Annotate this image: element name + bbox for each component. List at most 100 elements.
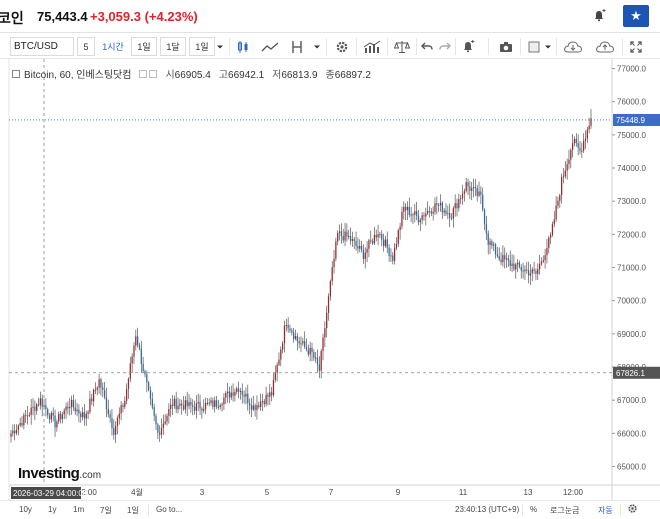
indicators-button[interactable] (360, 37, 384, 56)
candle-body (263, 401, 265, 405)
investing-logo[interactable]: Investing.com (18, 465, 101, 482)
add-alert-button[interactable] (586, 5, 612, 27)
candle-body (434, 203, 436, 212)
candle-body (443, 210, 445, 213)
price-tick-label: 75000.0 (617, 131, 646, 140)
candle-body (505, 258, 508, 260)
candle-body (518, 262, 521, 268)
interval-1d-button[interactable]: 1일 (131, 37, 157, 56)
fullscreen-button[interactable] (626, 37, 646, 56)
candle-body (23, 414, 25, 426)
candle-body (500, 259, 502, 263)
redo-button[interactable] (436, 37, 454, 56)
candle-body (78, 409, 80, 414)
legend-toggle-icon[interactable] (12, 69, 20, 78)
auto-scale-toggle[interactable]: 자동 (598, 505, 613, 516)
candle-body (483, 209, 486, 224)
compare-icon (292, 40, 302, 53)
goto-date-button[interactable]: Go to... (156, 505, 182, 514)
candle-body (153, 407, 155, 416)
range-1m-button[interactable]: 1m (73, 505, 84, 514)
candle-body (87, 412, 89, 414)
clock-timezone[interactable]: 23:40:13 (UTC+9) (455, 505, 519, 514)
range-1y-button[interactable]: 1y (48, 505, 56, 514)
candle-body (215, 400, 218, 408)
camera-icon (500, 41, 512, 52)
log-scale-toggle[interactable]: 로그눈금 (550, 505, 579, 516)
candle-body (379, 234, 381, 236)
candle-body (302, 341, 304, 344)
price-tick-label: 76000.0 (617, 98, 646, 107)
screenshot-button[interactable] (496, 37, 516, 56)
price-tick-label: 66000.0 (617, 429, 646, 438)
interval-1mo-button[interactable]: 1달 (160, 37, 186, 56)
color-button[interactable] (525, 37, 543, 56)
price-change-pct: (+4.23%) (144, 9, 198, 24)
range-7d-button[interactable]: 7일 (100, 505, 112, 516)
last-price-label: 75448.9 (616, 116, 645, 125)
candle-body (522, 270, 524, 272)
candle-body (228, 391, 231, 398)
symbol-input[interactable]: BTC/USD (10, 37, 74, 56)
candle-body (25, 414, 27, 416)
candle-body (83, 412, 86, 419)
favorite-button[interactable]: ★ (623, 5, 649, 27)
candle-body (337, 232, 339, 242)
candle-body (320, 350, 322, 371)
undo-icon (421, 42, 433, 50)
chart-legend: Bitcoin, 60, 인베스팅닷컴 시66905.4 고66942.1 저6… (12, 66, 371, 81)
candle-body (32, 406, 34, 408)
candle-body (96, 387, 98, 390)
candle-body (48, 415, 51, 420)
range-10y-button[interactable]: 10y (19, 505, 32, 514)
chart-alert-button[interactable] (458, 37, 478, 56)
price-tick-label: 67000.0 (617, 396, 646, 405)
candle-body (546, 248, 548, 256)
candle-body (102, 387, 104, 390)
settings-icon (336, 41, 348, 52)
percent-scale-toggle[interactable]: % (530, 505, 537, 514)
toolbar-divider (520, 38, 521, 55)
candle-body (432, 211, 434, 214)
candle-body (487, 233, 489, 245)
save-chart-button[interactable] (593, 37, 617, 56)
candle-body (520, 267, 522, 271)
candle-body (65, 406, 67, 411)
compare-button[interactable] (286, 37, 308, 56)
chart-settings-button[interactable] (627, 503, 638, 516)
range-1d-button[interactable]: 1일 (127, 505, 139, 516)
interval-input[interactable]: 5 (77, 37, 95, 56)
candle-style-button[interactable] (233, 37, 253, 56)
candle-body (113, 428, 115, 435)
time-tick-label: 4월 (131, 487, 143, 497)
bottom-divider (620, 504, 621, 516)
compare-dropdown[interactable] (311, 37, 323, 56)
candle-body (590, 118, 592, 126)
candle-body (69, 406, 71, 409)
price-chart[interactable]: 65000.066000.067000.068000.069000.070000… (0, 59, 660, 500)
candle-body (52, 412, 54, 416)
scale-button[interactable] (391, 37, 413, 56)
undo-button[interactable] (418, 37, 436, 56)
candle-body (237, 388, 240, 392)
candle-body (34, 406, 36, 411)
candle-body (494, 244, 497, 255)
candle-body (173, 398, 175, 406)
candle-body (282, 343, 284, 350)
candle-body (236, 388, 238, 393)
line-chart-button[interactable] (258, 37, 282, 56)
candle-body (419, 220, 421, 223)
candle-body (586, 129, 588, 139)
load-chart-button[interactable] (561, 37, 585, 56)
legend-settings-icon[interactable] (139, 69, 158, 78)
candle-body (131, 356, 133, 364)
candle-body (447, 213, 449, 215)
interval-1w-button[interactable]: 1일 (189, 37, 215, 56)
interval-dropdown[interactable] (214, 37, 226, 56)
candle-body (417, 215, 420, 223)
settings-button[interactable] (331, 37, 353, 56)
interval-1h-button[interactable]: 1시간 (100, 37, 126, 56)
candle-body (375, 234, 377, 238)
candle-body (217, 407, 220, 409)
color-dropdown[interactable] (543, 37, 553, 56)
